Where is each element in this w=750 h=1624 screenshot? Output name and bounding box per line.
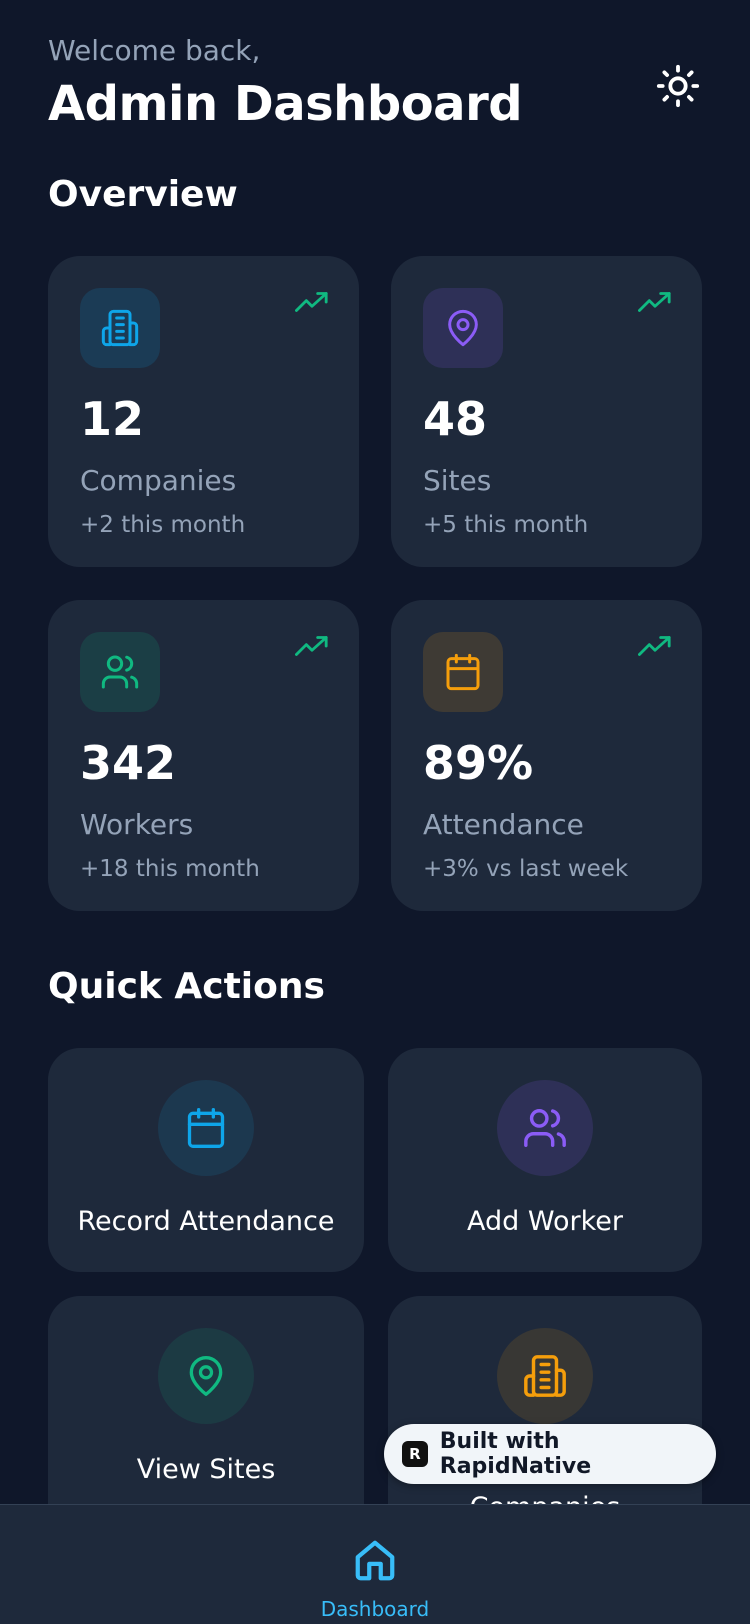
page-title: Admin Dashboard — [48, 76, 523, 132]
trending-up-icon — [295, 636, 328, 656]
map-pin-icon — [189, 1356, 223, 1396]
users-icon — [101, 655, 139, 689]
stat-change: +5 this month — [423, 512, 589, 538]
bottom-tab-bar: Dashboard — [0, 1504, 750, 1624]
trending-up-icon — [638, 636, 671, 656]
action-icon-circle — [158, 1328, 254, 1424]
record-attendance-button[interactable]: Record Attendance — [48, 1048, 364, 1272]
action-label: Record Attendance — [77, 1206, 335, 1237]
calendar-icon — [446, 653, 480, 691]
stat-card-sites[interactable]: 48 Sites +5 this month — [391, 256, 702, 567]
theme-toggle-button[interactable] — [652, 60, 704, 112]
stat-label: Attendance — [423, 808, 584, 841]
stat-value: 342 — [80, 736, 177, 790]
stat-label: Workers — [80, 808, 194, 841]
rapidnative-logo-icon: R — [402, 1441, 428, 1467]
stat-card-companies[interactable]: 12 Companies +2 this month — [48, 256, 359, 567]
action-label: Add Worker — [467, 1206, 623, 1237]
stat-icon-box — [80, 288, 160, 368]
stat-value: 89% — [423, 736, 534, 790]
built-with-rapidnative-badge[interactable]: R Built with RapidNative — [384, 1424, 716, 1484]
home-icon — [355, 1540, 395, 1581]
action-label: View Sites — [136, 1454, 276, 1485]
stat-label: Sites — [423, 464, 492, 497]
stat-label: Companies — [80, 464, 237, 497]
tab-label: Dashboard — [320, 1597, 430, 1621]
building-icon — [524, 1355, 566, 1397]
quick-actions-title: Quick Actions — [48, 966, 325, 1007]
stat-value: 48 — [423, 392, 488, 446]
trending-up-icon — [638, 292, 671, 312]
stat-value: 12 — [80, 392, 145, 446]
action-icon-circle — [497, 1328, 593, 1424]
sun-icon — [656, 64, 700, 108]
overview-title: Overview — [48, 174, 238, 215]
calendar-icon — [187, 1108, 225, 1148]
stat-card-attendance[interactable]: 89% Attendance +3% vs last week — [391, 600, 702, 911]
map-pin-icon — [448, 309, 478, 347]
tab-dashboard[interactable]: Dashboard — [321, 1505, 429, 1624]
welcome-text: Welcome back, — [48, 34, 261, 67]
badge-text: Built with RapidNative — [439, 1429, 592, 1479]
add-worker-button[interactable]: Add Worker — [388, 1048, 702, 1272]
stat-icon-box — [80, 632, 160, 712]
stat-change: +3% vs last week — [423, 856, 629, 882]
building-icon — [101, 309, 139, 347]
action-icon-circle — [497, 1080, 593, 1176]
stat-icon-box — [423, 632, 503, 712]
stat-change: +2 this month — [80, 512, 246, 538]
stat-card-workers[interactable]: 342 Workers +18 this month — [48, 600, 359, 911]
stat-change: +18 this month — [80, 856, 260, 882]
action-icon-circle — [158, 1080, 254, 1176]
dashboard-screen: Welcome back, Admin Dashboard Overview 1… — [0, 0, 750, 1624]
users-icon — [524, 1109, 566, 1147]
stat-icon-box — [423, 288, 503, 368]
trending-up-icon — [295, 292, 328, 312]
